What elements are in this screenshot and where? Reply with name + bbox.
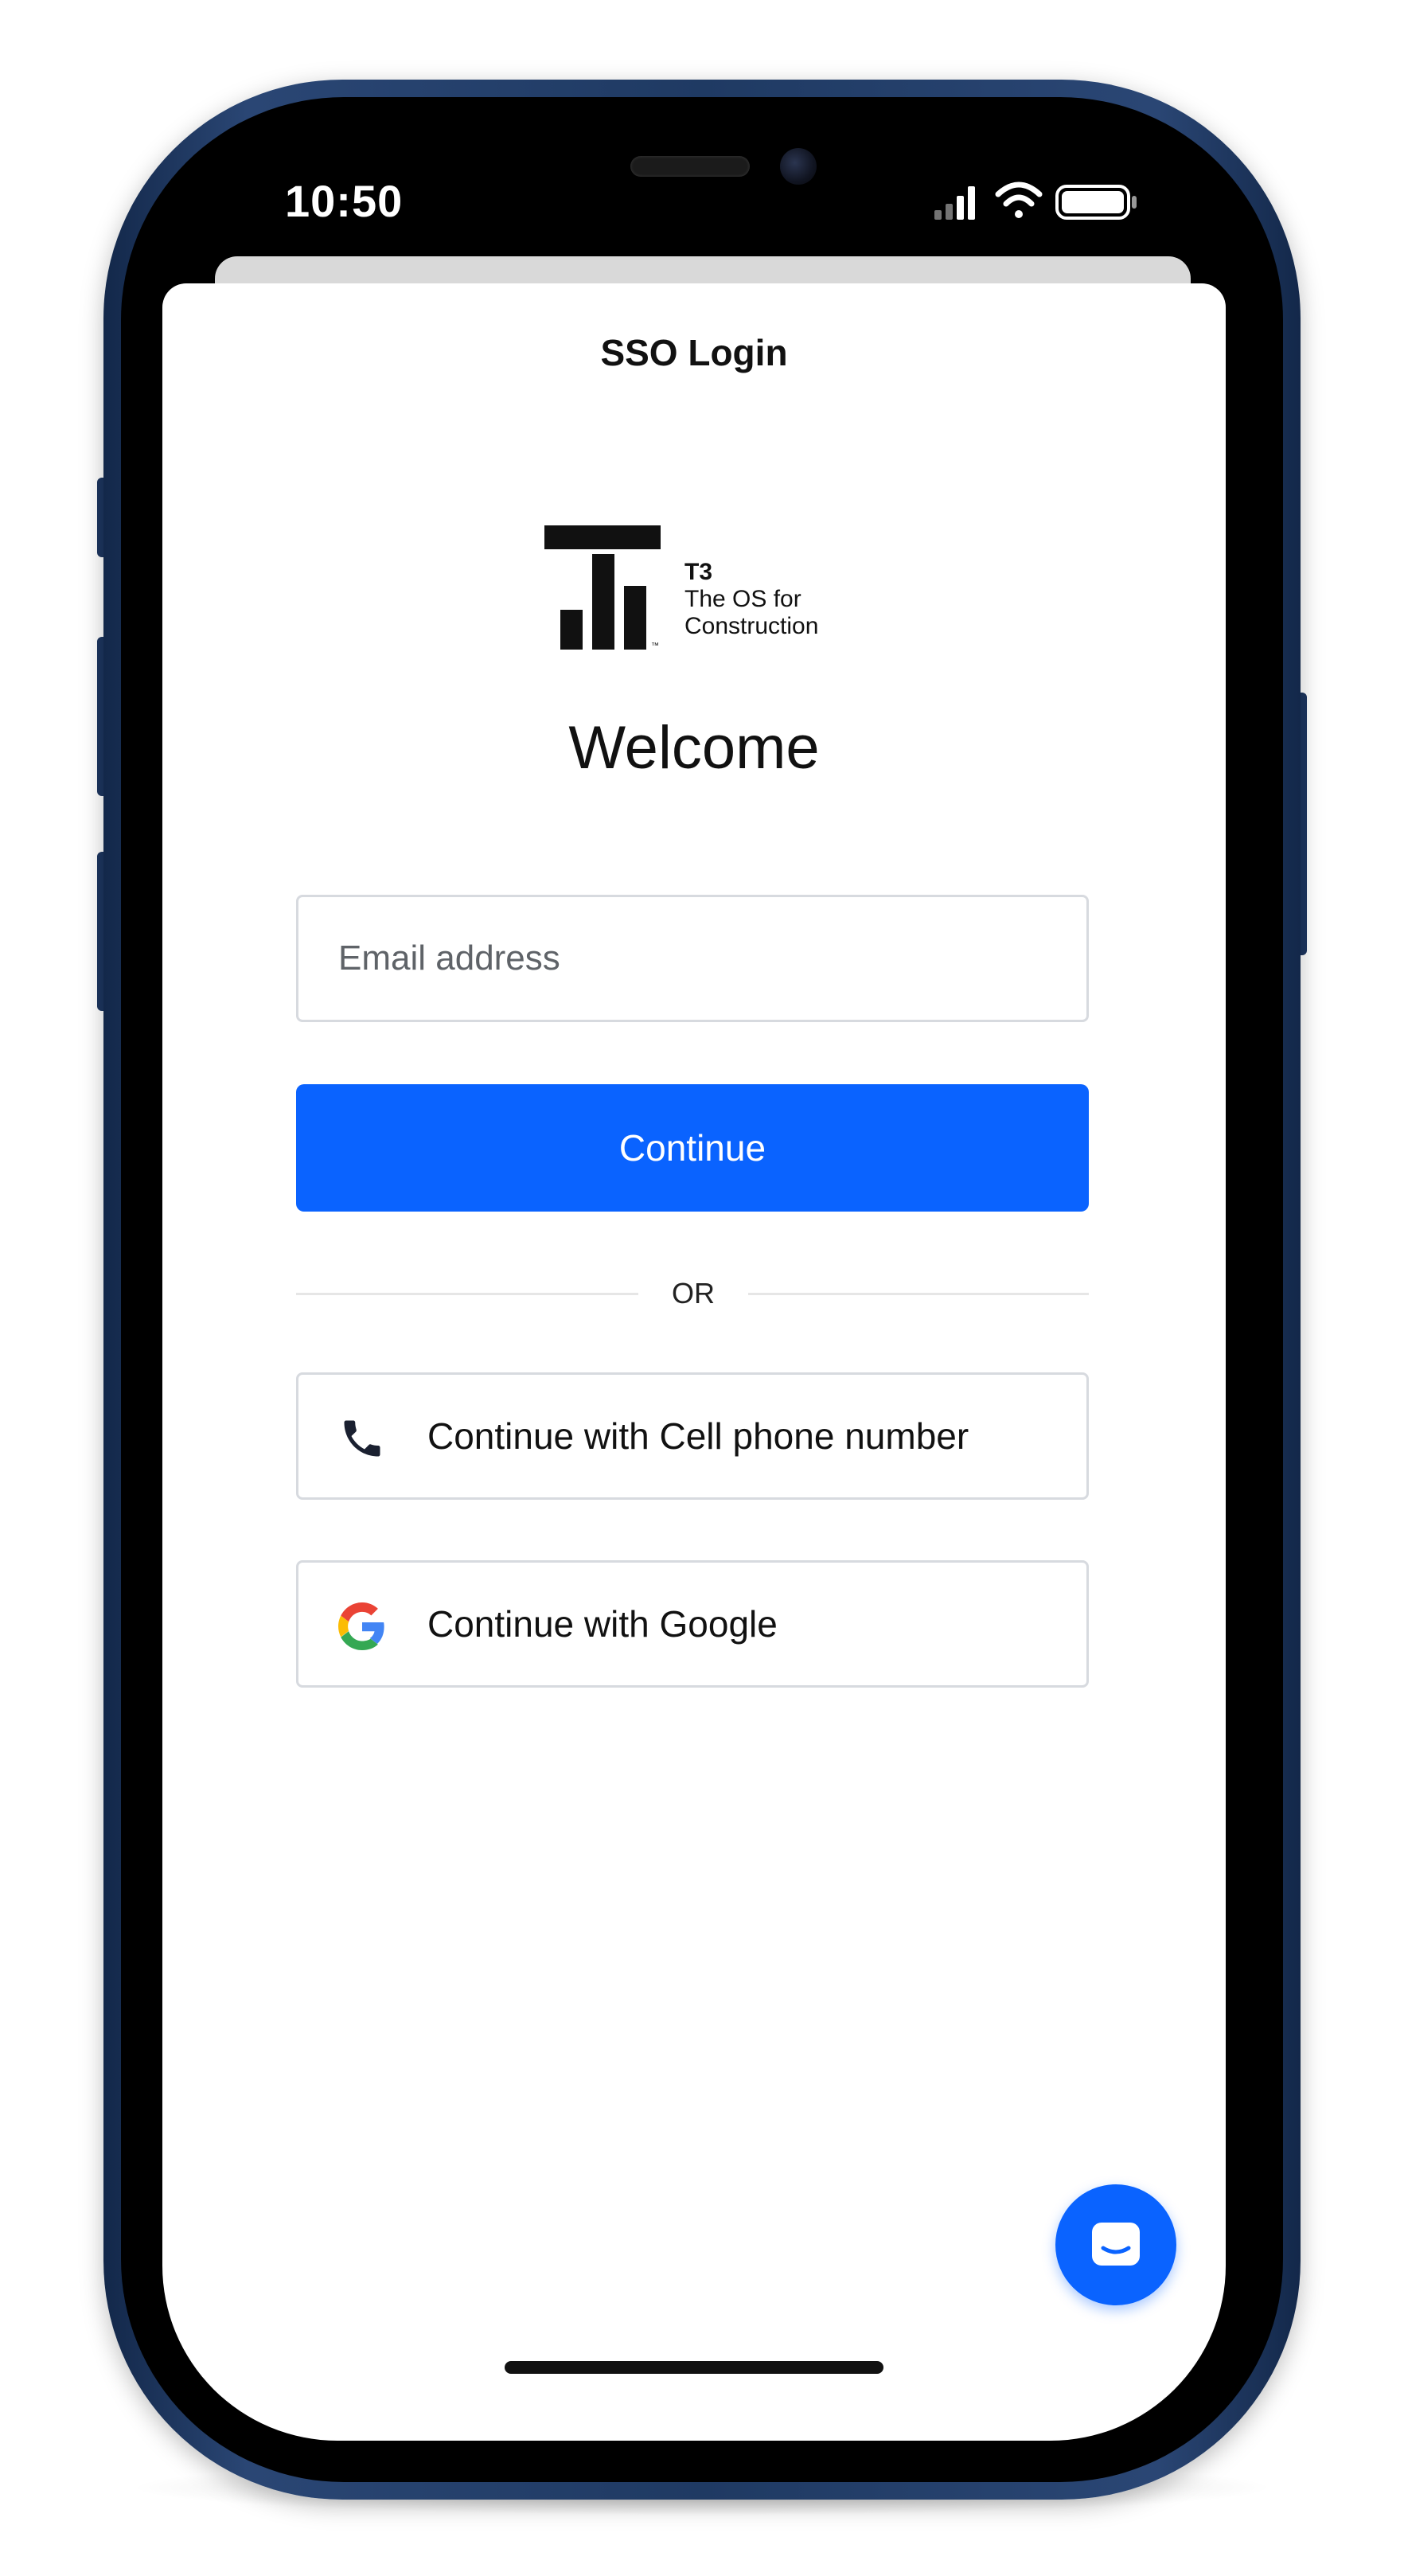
continue-button[interactable]: Continue: [296, 1084, 1089, 1212]
logo-tagline-line1: The OS for: [684, 586, 801, 612]
continue-with-google-button[interactable]: Continue with Google: [296, 1560, 1089, 1688]
app-screen: SSO Login ™ T3 The OS for Construction W…: [162, 283, 1226, 2441]
continue-with-google-label: Continue with Google: [427, 1603, 778, 1645]
welcome-heading: Welcome: [568, 714, 820, 782]
status-time: 10:50: [285, 176, 404, 226]
battery-icon: [1055, 185, 1137, 220]
wifi-icon: [995, 181, 1043, 218]
phone-icon: [344, 1420, 380, 1457]
logo-brand: T3: [684, 559, 713, 585]
chat-icon: [1092, 2223, 1140, 2266]
google-icon: [338, 1602, 384, 1650]
or-separator: OR: [672, 1277, 715, 1309]
page-title: SSO Login: [600, 332, 788, 373]
continue-with-phone-label: Continue with Cell phone number: [427, 1415, 969, 1457]
divider-right: [748, 1293, 1089, 1295]
email-input[interactable]: [296, 895, 1089, 1022]
svg-text:™: ™: [651, 642, 659, 650]
home-indicator[interactable]: [505, 2361, 883, 2374]
logo-text: T3 The OS for Construction: [684, 559, 818, 640]
continue-with-phone-button[interactable]: Continue with Cell phone number: [296, 1372, 1089, 1500]
chat-button[interactable]: [1055, 2184, 1176, 2305]
cellular-signal-icon: [934, 186, 975, 220]
earpiece: [630, 156, 750, 177]
status-icons: [934, 181, 1137, 220]
front-camera: [780, 148, 817, 185]
divider-left: [296, 1293, 638, 1295]
logo-tagline-line2: Construction: [684, 613, 819, 639]
